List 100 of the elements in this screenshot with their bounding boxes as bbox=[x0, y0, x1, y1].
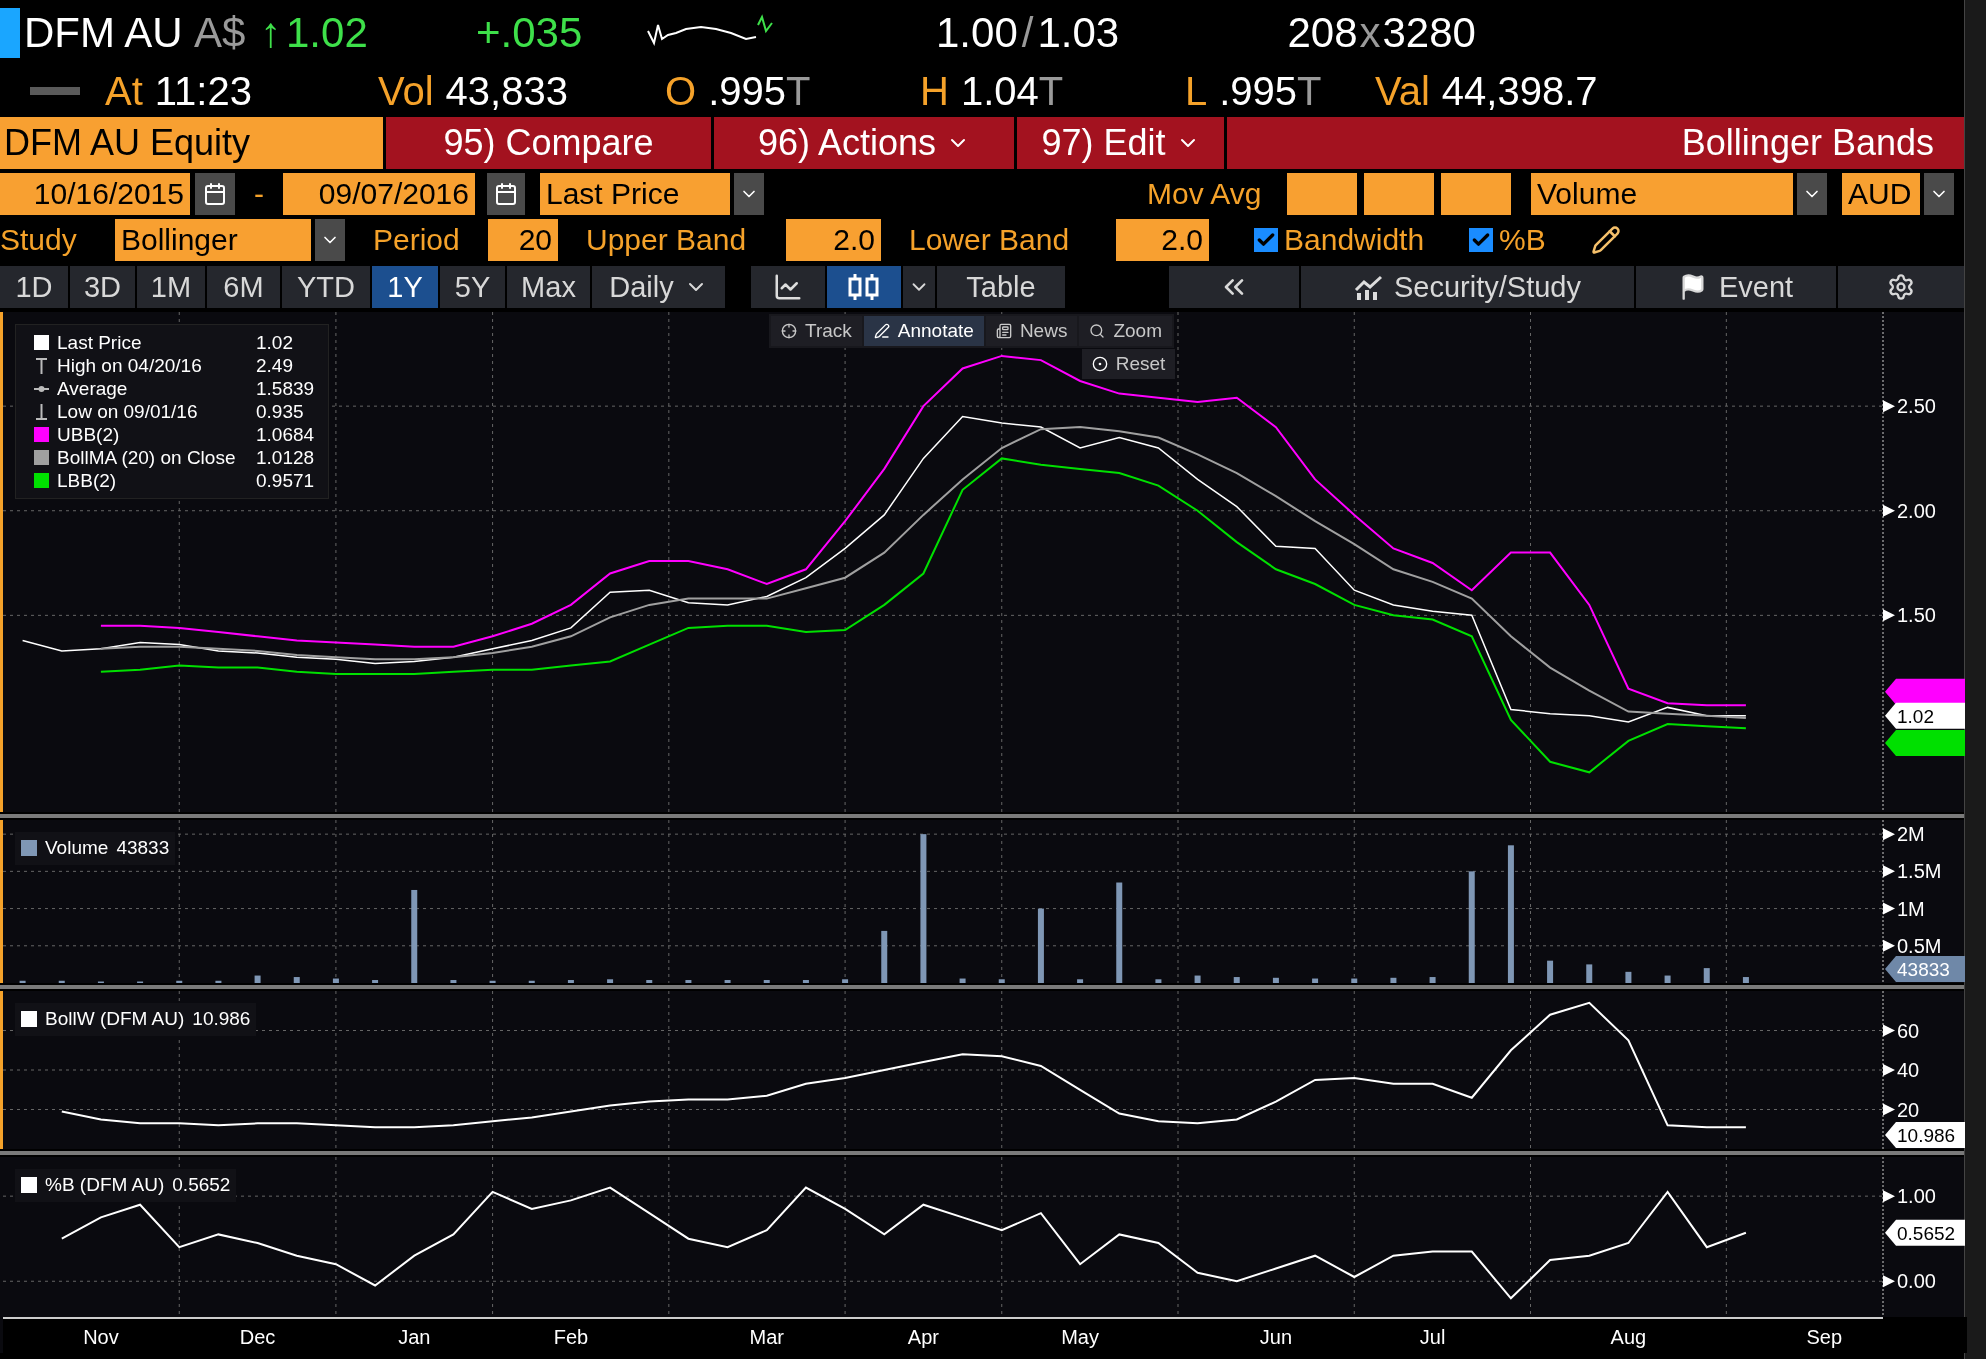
axis-tick-label: 2.00 bbox=[1897, 499, 1936, 522]
period-tab[interactable]: 1D bbox=[0, 266, 68, 308]
value-flag: 43833 bbox=[1885, 956, 1965, 982]
legend-label: LBB(2) bbox=[57, 469, 118, 492]
checkbox[interactable] bbox=[1254, 228, 1278, 252]
currency-dropdown[interactable]: AUD bbox=[1842, 173, 1920, 215]
lower-chart-dropdown[interactable]: Volume bbox=[1531, 173, 1793, 215]
input-field[interactable]: 20 bbox=[488, 219, 558, 261]
panel-legend-value: 0.5652 bbox=[172, 1173, 231, 1197]
panel-legend-value: 10.986 bbox=[192, 1007, 251, 1031]
stat-value: 44,398.7 bbox=[1441, 71, 1598, 111]
month-label: Mar bbox=[749, 1326, 784, 1348]
volume-bar bbox=[1194, 975, 1201, 983]
pencil-icon[interactable] bbox=[1590, 225, 1621, 255]
stat-label: Vol bbox=[378, 71, 434, 111]
input-field[interactable]: 2.0 bbox=[786, 219, 881, 261]
security-study-button[interactable]: Security/Study bbox=[1301, 266, 1634, 308]
legend-label: UBB(2) bbox=[57, 423, 121, 446]
stat-value: .995 bbox=[708, 71, 786, 111]
stat-value: 43,833 bbox=[445, 71, 568, 111]
input-field[interactable]: 10/16/2015 bbox=[0, 173, 190, 215]
ask-price: 1.03 bbox=[1037, 12, 1121, 54]
line-chart-button[interactable] bbox=[751, 266, 825, 308]
calendar-button[interactable] bbox=[195, 173, 235, 215]
tick-marker-icon bbox=[1883, 1024, 1895, 1037]
menu-button[interactable]: 97) Edit bbox=[1017, 117, 1224, 169]
chart-tool-button[interactable]: News bbox=[985, 316, 1078, 346]
input-field[interactable] bbox=[1287, 173, 1357, 215]
axis-tick-label: 60 bbox=[1897, 1019, 1920, 1042]
option-label: Bandwidth bbox=[1284, 225, 1425, 255]
volume-bar bbox=[567, 980, 574, 983]
settings-button[interactable] bbox=[1838, 266, 1964, 308]
menu-button[interactable]: 95) Compare bbox=[386, 117, 711, 169]
candlestick-button[interactable] bbox=[827, 266, 901, 308]
input-field[interactable]: 2.0 bbox=[1116, 219, 1209, 261]
legend-label: Low on 09/01/16 bbox=[57, 400, 199, 423]
volume-bar bbox=[1390, 977, 1397, 983]
bid-size: 208 bbox=[1287, 12, 1358, 54]
month-label: Sep bbox=[1806, 1326, 1843, 1348]
legend-value: 0.9571 bbox=[256, 469, 316, 492]
security-field[interactable]: DFM AU Equity bbox=[0, 117, 383, 169]
stat-value: 1.04 bbox=[960, 71, 1039, 111]
legend-label: High on 04/20/16 bbox=[57, 354, 203, 377]
price-field-dropdown[interactable]: Last Price bbox=[540, 173, 730, 215]
chart-tool-button[interactable]: Zoom bbox=[1079, 316, 1172, 346]
event-button[interactable]: Event bbox=[1636, 266, 1836, 308]
pen-icon bbox=[873, 323, 890, 339]
chart-tool-button[interactable]: Annotate bbox=[863, 316, 984, 346]
stat-label: Val bbox=[1375, 71, 1430, 111]
period-tab[interactable]: 6M bbox=[207, 266, 280, 308]
month-label: Jun bbox=[1259, 1326, 1293, 1348]
month-label: Nov bbox=[83, 1326, 119, 1348]
study-dropdown[interactable]: Bollinger bbox=[115, 219, 311, 261]
tick-marker-icon bbox=[1883, 902, 1895, 915]
volume-bar bbox=[1742, 977, 1749, 983]
period-tab[interactable]: 5Y bbox=[440, 266, 505, 308]
reset-button[interactable]: Reset bbox=[1082, 349, 1175, 379]
period-tab[interactable]: YTD bbox=[282, 266, 370, 308]
chart-type-caret[interactable] bbox=[903, 266, 935, 308]
calendar-button[interactable] bbox=[487, 173, 525, 215]
volume-bar bbox=[1703, 968, 1710, 983]
volume-bar bbox=[646, 980, 653, 983]
last-price: 1.02 bbox=[286, 12, 369, 54]
period-tab[interactable]: Max bbox=[507, 266, 590, 308]
checkbox[interactable] bbox=[1469, 228, 1494, 252]
volume-bar bbox=[685, 980, 692, 983]
period-tab[interactable]: 1M bbox=[137, 266, 205, 308]
axis-tick-label: 40 bbox=[1897, 1059, 1920, 1081]
input-field[interactable] bbox=[1364, 173, 1434, 215]
volume-bar bbox=[1547, 960, 1554, 983]
panel-legend-name: BollW (DFM AU) bbox=[45, 1007, 185, 1031]
period-tab[interactable]: 1Y bbox=[372, 266, 438, 308]
axis-tick-label: 1.5M bbox=[1897, 860, 1942, 883]
table-button[interactable]: Table bbox=[937, 266, 1065, 308]
high-marker-icon bbox=[34, 357, 49, 374]
volume-bar bbox=[1664, 975, 1671, 983]
param-label: Upper Band bbox=[586, 225, 748, 255]
tick-marker-icon bbox=[1883, 828, 1895, 841]
panel-legend-value: 43833 bbox=[116, 836, 170, 860]
month-label: Jan bbox=[398, 1326, 431, 1348]
volume-bar bbox=[763, 980, 770, 983]
param-label: Lower Band bbox=[909, 225, 1071, 255]
average-marker-icon bbox=[34, 383, 49, 394]
period-tab[interactable]: 3D bbox=[70, 266, 135, 308]
status-dots-icon bbox=[30, 87, 80, 95]
input-field[interactable] bbox=[1441, 173, 1511, 215]
search-icon bbox=[1089, 323, 1106, 339]
month-label: Apr bbox=[907, 1326, 939, 1348]
frequency-dropdown[interactable]: Daily bbox=[592, 266, 725, 308]
ticker: DFM AU bbox=[24, 12, 184, 54]
axis-tick-label: 1M bbox=[1897, 897, 1925, 920]
legend-label: Last Price bbox=[57, 331, 143, 354]
menu-button[interactable]: 96) Actions bbox=[714, 117, 1014, 169]
volume-bar bbox=[293, 977, 300, 983]
legend-value: 1.02 bbox=[256, 331, 294, 354]
axis-tick-label: 2M bbox=[1897, 823, 1925, 846]
input-field[interactable]: 09/07/2016 bbox=[283, 173, 475, 215]
chart-tool-button[interactable]: Track bbox=[771, 316, 862, 346]
collapse-button[interactable] bbox=[1169, 266, 1299, 308]
legend-value: 1.5839 bbox=[256, 377, 316, 400]
